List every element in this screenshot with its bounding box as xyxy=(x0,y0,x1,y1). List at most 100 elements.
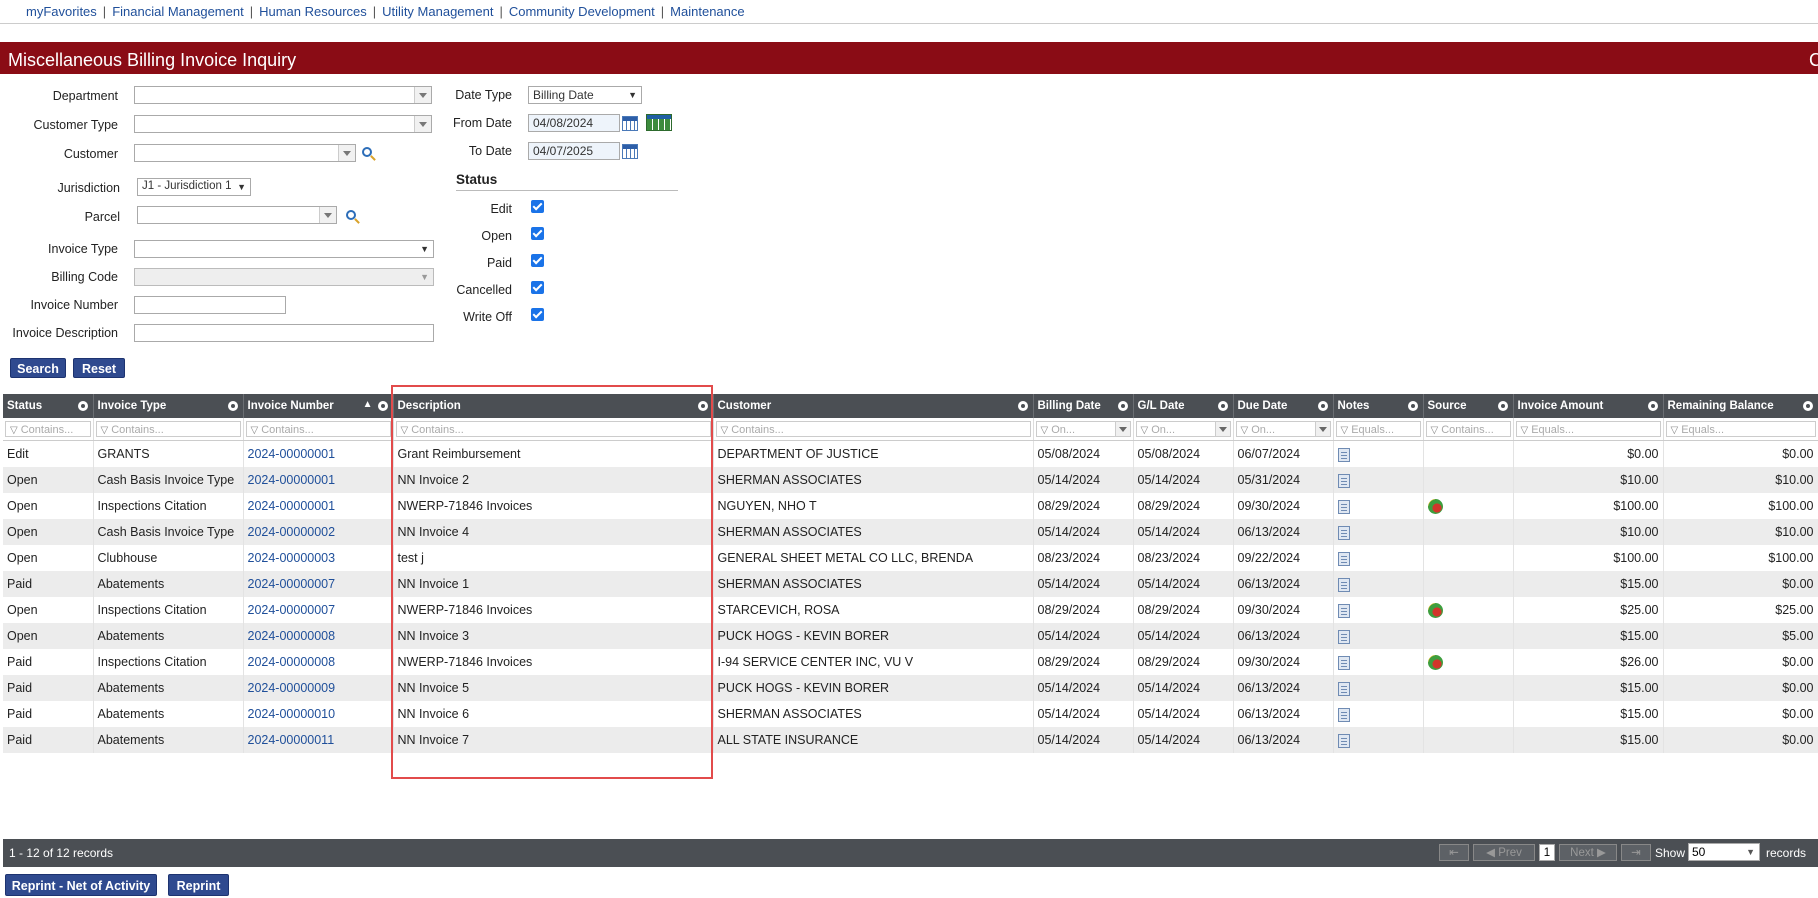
source-icon[interactable] xyxy=(1427,655,1443,670)
table-row[interactable]: Edit GRANTS 2024-00000001 Grant Reimburseme… xyxy=(3,440,1818,467)
nav-utility-management[interactable]: Utility Management xyxy=(382,4,493,19)
table-row[interactable]: Paid Abatements 2024-00000009 NN Invoice 5P… xyxy=(3,675,1818,701)
filter-customer[interactable]: ▽ Contains... xyxy=(715,421,1031,437)
jurisdiction-select[interactable]: J1 - Jurisdiction 1 ▼ xyxy=(137,178,251,196)
notes-icon[interactable] xyxy=(1337,655,1350,670)
table-row[interactable]: Open Abatements 2024-00000008 NN Invoice 3P… xyxy=(3,623,1818,649)
page-size-select[interactable]: 50 ▼ xyxy=(1688,843,1760,861)
cell-invoice-number[interactable]: 2024-00000009 xyxy=(243,675,394,701)
reprint-button[interactable]: Reprint xyxy=(168,874,229,896)
chevron-down-icon[interactable] xyxy=(414,116,431,132)
invoice-number-input[interactable] xyxy=(134,296,286,314)
cell-invoice-number[interactable]: 2024-00000003 xyxy=(243,545,394,571)
nav-human-resources[interactable]: Human Resources xyxy=(259,4,367,19)
chevron-down-icon[interactable] xyxy=(1214,422,1230,436)
parcel-search-icon[interactable] xyxy=(346,210,356,220)
cell-invoice-number[interactable]: 2024-00000007 xyxy=(243,571,394,597)
notes-icon[interactable] xyxy=(1337,577,1350,592)
invoice-number-link[interactable]: 2024-00000008 xyxy=(248,629,336,643)
status-open-checkbox[interactable] xyxy=(531,227,544,240)
cell-invoice-number[interactable]: 2024-00000010 xyxy=(243,701,394,727)
invoice-number-link[interactable]: 2024-00000001 xyxy=(248,447,336,461)
filter-notes[interactable]: ▽ Equals... xyxy=(1335,421,1421,437)
filter-source[interactable]: ▽ Contains... xyxy=(1425,421,1511,437)
filter-invoice-type[interactable]: ▽ Contains... xyxy=(95,421,241,437)
col-header-invoice-type[interactable]: Invoice Type xyxy=(93,394,244,418)
cell-invoice-number[interactable]: 2024-00000007 xyxy=(243,597,394,623)
cell-invoice-number[interactable]: 2024-00000008 xyxy=(243,623,394,649)
sort-ascending-icon[interactable]: ▲ xyxy=(363,399,373,410)
filter-status[interactable]: ▽ Contains... xyxy=(5,421,91,437)
chevron-down-icon[interactable] xyxy=(319,207,336,223)
chevron-down-icon[interactable] xyxy=(1314,422,1330,436)
notes-icon[interactable] xyxy=(1337,525,1350,540)
customer-combobox[interactable] xyxy=(134,144,356,162)
col-header-remaining-balance[interactable]: Remaining Balance xyxy=(1663,394,1818,418)
nav-community-development[interactable]: Community Development xyxy=(509,4,655,19)
filter-remaining-balance[interactable]: ▽ Equals... xyxy=(1665,421,1816,437)
prev-page-button[interactable]: ◀ Prev xyxy=(1473,844,1535,861)
gear-icon[interactable] xyxy=(1647,401,1658,411)
cell-invoice-number[interactable]: 2024-00000001 xyxy=(243,440,394,467)
cell-invoice-number[interactable]: 2024-00000008 xyxy=(243,649,394,675)
col-header-description[interactable]: Description xyxy=(393,394,714,418)
notes-icon[interactable] xyxy=(1337,629,1350,644)
invoice-number-link[interactable]: 2024-00000009 xyxy=(248,681,336,695)
last-page-button[interactable]: ⇥ xyxy=(1621,844,1651,861)
col-header-status[interactable]: Status xyxy=(3,394,94,418)
filter-invoice-number[interactable]: ▽ Contains... xyxy=(245,421,391,437)
invoice-number-link[interactable]: 2024-00000002 xyxy=(248,525,336,539)
nav-myfavorites[interactable]: myFavorites xyxy=(26,4,97,19)
col-header-invoice-number[interactable]: Invoice Number ▲ xyxy=(243,394,394,418)
gear-icon[interactable] xyxy=(77,401,88,411)
gear-icon[interactable] xyxy=(1117,401,1128,411)
col-header-gl-date[interactable]: G/L Date xyxy=(1133,394,1234,418)
notes-icon[interactable] xyxy=(1337,707,1350,722)
table-row[interactable]: Paid Abatements 2024-00000011 NN Invoice 7A… xyxy=(3,727,1818,753)
cell-invoice-number[interactable]: 2024-00000001 xyxy=(243,493,394,519)
invoice-type-select[interactable]: ▼ xyxy=(134,240,434,258)
date-range-calendar-icon[interactable] xyxy=(646,114,672,131)
reprint-net-of-activity-button[interactable]: Reprint - Net of Activity xyxy=(5,874,157,896)
date-type-select[interactable]: Billing Date ▼ xyxy=(528,86,642,104)
current-page[interactable]: 1 xyxy=(1539,844,1555,861)
chevron-down-icon[interactable] xyxy=(414,87,431,103)
table-row[interactable]: Open Inspections Citation 2024-00000001 NWE… xyxy=(3,493,1818,519)
status-edit-checkbox[interactable] xyxy=(531,200,544,213)
reset-button[interactable]: Reset xyxy=(73,358,125,378)
calendar-icon[interactable] xyxy=(622,144,638,159)
chevron-down-icon[interactable] xyxy=(1114,422,1130,436)
next-page-button[interactable]: Next ▶ xyxy=(1559,844,1617,861)
source-icon[interactable] xyxy=(1427,603,1443,618)
table-row[interactable]: Open Cash Basis Invoice Type 2024-00000001… xyxy=(3,467,1818,493)
col-header-invoice-amount[interactable]: Invoice Amount xyxy=(1513,394,1664,418)
notes-icon[interactable] xyxy=(1337,603,1350,618)
cell-invoice-number[interactable]: 2024-00000011 xyxy=(243,727,394,753)
invoice-number-link[interactable]: 2024-00000003 xyxy=(248,551,336,565)
gear-icon[interactable] xyxy=(1017,401,1028,411)
gear-icon[interactable] xyxy=(1317,401,1328,411)
gear-icon[interactable] xyxy=(1407,401,1418,411)
col-header-notes[interactable]: Notes xyxy=(1333,394,1424,418)
table-row[interactable]: Paid Abatements 2024-00000007 NN Invoice 1S… xyxy=(3,571,1818,597)
invoice-number-link[interactable]: 2024-00000001 xyxy=(248,473,336,487)
parcel-combobox[interactable] xyxy=(137,206,337,224)
invoice-number-link[interactable]: 2024-00000007 xyxy=(248,603,336,617)
col-header-source[interactable]: Source xyxy=(1423,394,1514,418)
gear-icon[interactable] xyxy=(1217,401,1228,411)
customer-search-icon[interactable] xyxy=(362,147,372,157)
gear-icon[interactable] xyxy=(1802,401,1813,411)
chevron-down-icon[interactable] xyxy=(338,145,355,161)
invoice-number-link[interactable]: 2024-00000008 xyxy=(248,655,336,669)
invoice-description-input[interactable] xyxy=(134,324,434,342)
nav-maintenance[interactable]: Maintenance xyxy=(670,4,744,19)
notes-icon[interactable] xyxy=(1337,681,1350,696)
table-row[interactable]: Open Cash Basis Invoice Type 2024-00000002… xyxy=(3,519,1818,545)
source-icon[interactable] xyxy=(1427,499,1443,514)
invoice-number-link[interactable]: 2024-00000007 xyxy=(248,577,336,591)
table-row[interactable]: Paid Abatements 2024-00000010 NN Invoice 6S… xyxy=(3,701,1818,727)
notes-icon[interactable] xyxy=(1337,447,1350,462)
nav-financial-management[interactable]: Financial Management xyxy=(112,4,244,19)
to-date-input[interactable]: 04/07/2025 xyxy=(528,142,620,160)
gear-icon[interactable] xyxy=(697,401,708,411)
